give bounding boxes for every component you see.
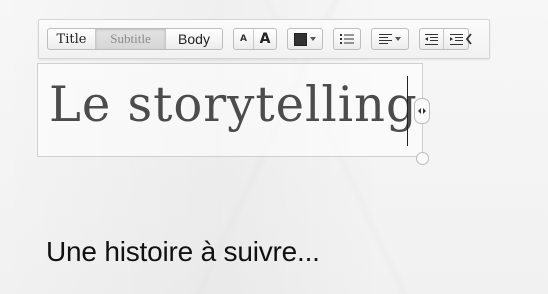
subtitle-style-button[interactable]: Subtitle xyxy=(96,29,166,49)
list-group xyxy=(333,28,361,50)
heading-text[interactable]: Le storytelling xyxy=(49,76,418,133)
outdent-button[interactable] xyxy=(420,29,444,49)
font-size-group: A A xyxy=(233,28,277,50)
increase-font-size-button[interactable]: A xyxy=(254,29,276,49)
caret-down-icon xyxy=(395,37,401,41)
title-style-button[interactable]: Title xyxy=(48,29,96,49)
text-color-group xyxy=(287,28,323,50)
heading-text-box[interactable]: Le storytelling xyxy=(37,63,423,157)
body-text[interactable]: Une histoire à suivre... xyxy=(46,236,320,268)
horizontal-resize-handle[interactable] xyxy=(414,98,430,124)
increase-font-size-label: A xyxy=(259,31,271,47)
subtitle-style-label: Subtitle xyxy=(110,31,151,46)
alignment-button[interactable] xyxy=(372,29,408,49)
text-cursor xyxy=(407,76,408,146)
decrease-font-size-label: A xyxy=(240,34,247,44)
align-left-icon xyxy=(379,34,392,44)
title-style-label: Title xyxy=(56,31,87,47)
text-color-button[interactable] xyxy=(288,29,322,49)
resize-handle-icon[interactable] xyxy=(416,152,429,165)
collapse-toolbar-button[interactable] xyxy=(461,31,477,47)
horizontal-resize-icon xyxy=(418,108,426,114)
body-style-button[interactable]: Body xyxy=(166,29,222,49)
text-style-group: Title Subtitle Body xyxy=(47,28,223,50)
decrease-font-size-button[interactable]: A xyxy=(234,29,254,49)
formatting-toolbar: Title Subtitle Body A A xyxy=(38,19,490,59)
color-swatch-icon xyxy=(294,32,307,46)
caret-down-icon xyxy=(310,37,316,41)
body-style-label: Body xyxy=(178,31,210,47)
outdent-icon xyxy=(425,33,438,45)
bullet-list-button[interactable] xyxy=(334,29,360,49)
alignment-group xyxy=(371,28,409,50)
chevron-left-icon xyxy=(465,33,472,45)
bullet-list-icon xyxy=(340,34,354,44)
